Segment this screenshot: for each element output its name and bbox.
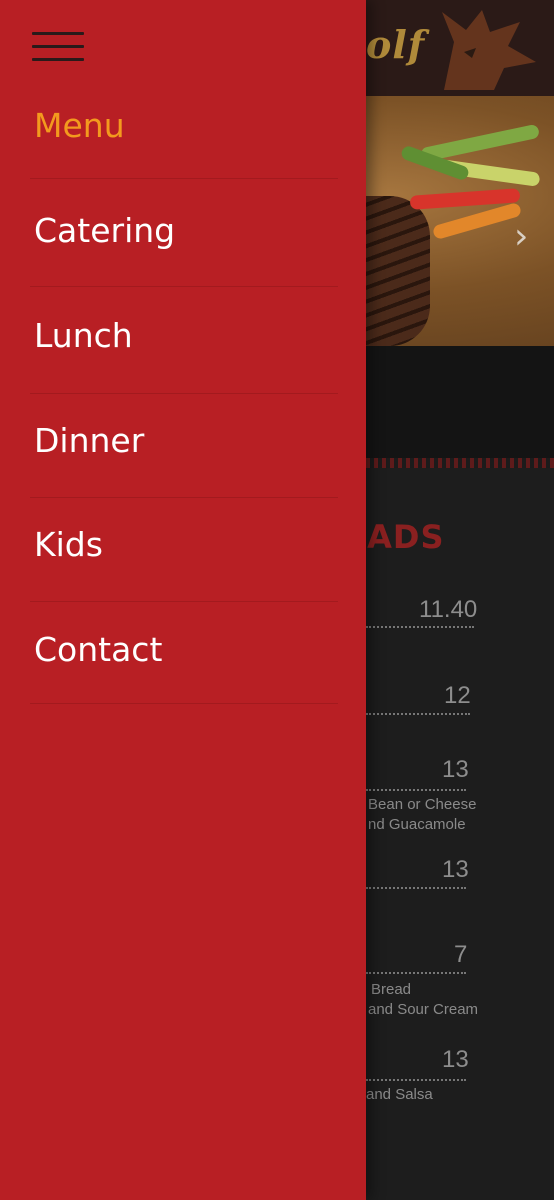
dotted-leader [366,887,466,889]
restaurant-logo[interactable]: olf [366,0,554,96]
item-description: and Salsa [366,1086,433,1103]
hamburger-menu-icon[interactable] [32,32,84,64]
item-price: 13 [442,756,469,783]
nav-item-dinner[interactable]: Dinner [34,421,334,460]
dotted-leader [366,626,474,628]
item-description: Bean or Cheese [368,796,477,813]
item-description: nd Guacamole [368,816,466,833]
divider [30,286,338,287]
divider [30,601,338,602]
item-price: 7 [454,941,468,968]
navigation-drawer: Menu Catering Lunch Dinner Kids Contact [0,0,366,1200]
item-price: 12 [444,682,471,709]
dotted-leader [366,1079,466,1081]
item-price: 13 [442,856,469,883]
menu-heading[interactable]: Menu [34,106,125,145]
decorative-divider [366,458,554,468]
divider [30,393,338,394]
wolf-logo-icon [442,10,536,90]
dotted-leader [366,713,470,715]
item-price: 13 [442,1046,469,1073]
vegetable-graphic [431,201,523,241]
divider [30,703,338,704]
nav-item-contact[interactable]: Contact [34,630,334,669]
logo-text: olf [366,22,426,67]
carousel-next-icon[interactable]: › [514,216,528,257]
divider [30,178,338,179]
dotted-leader [366,789,466,791]
nav-item-lunch[interactable]: Lunch [34,316,334,355]
divider [30,497,338,498]
item-description: Bread [371,981,412,998]
nav-item-catering[interactable]: Catering [34,211,334,250]
nav-item-kids[interactable]: Kids [34,525,334,564]
item-price: 11.40 [419,596,478,623]
item-description: and Sour Cream [368,1001,479,1018]
dotted-leader [366,972,466,974]
